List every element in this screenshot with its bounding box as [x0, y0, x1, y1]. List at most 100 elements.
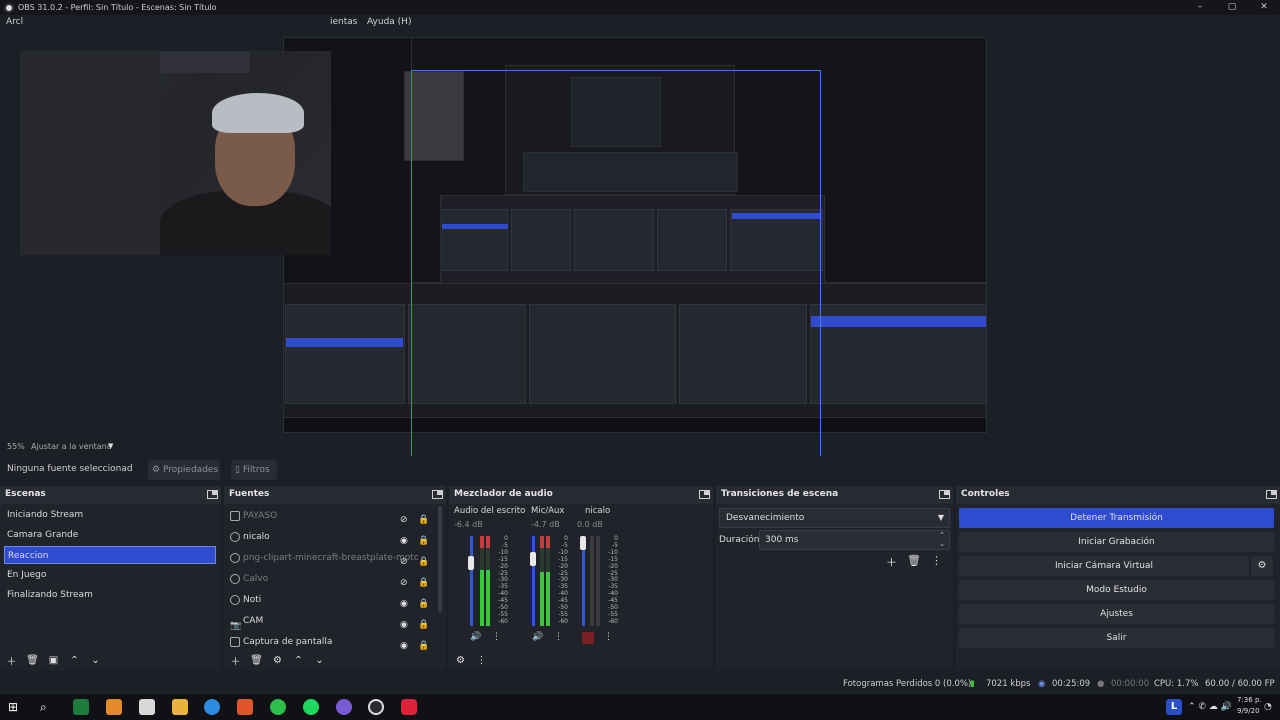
- source-item[interactable]: 📷 CAM ◉ 🔒: [228, 611, 438, 631]
- close-button[interactable]: ✕: [1248, 0, 1280, 15]
- spotify-icon[interactable]: [303, 699, 319, 715]
- app-icon[interactable]: [270, 699, 286, 715]
- transition-select[interactable]: Desvanecimiento ▼: [719, 508, 950, 528]
- tray-icons[interactable]: ⌃ ✆ ☁ 🔊: [1188, 702, 1232, 712]
- source-item[interactable]: nicalo ◉ 🔒: [228, 527, 438, 547]
- virtual-camera-settings-icon[interactable]: ⚙: [1251, 556, 1273, 576]
- mixer-title: Mezclador de audio: [454, 489, 553, 499]
- language-indicator[interactable]: L: [1166, 699, 1182, 715]
- filter-icon[interactable]: ▣: [46, 655, 61, 666]
- app-icon[interactable]: [106, 699, 122, 715]
- channel-db: 0.0 dB: [577, 520, 603, 529]
- gear-icon[interactable]: ⚙: [453, 655, 468, 666]
- minimize-button[interactable]: –: [1184, 0, 1216, 15]
- trash-icon[interactable]: 🗑: [907, 554, 921, 570]
- record-time: 00:00:00: [1111, 679, 1150, 689]
- arrow-up-icon[interactable]: ⌃: [67, 655, 82, 666]
- speaker-muted-icon[interactable]: [582, 632, 594, 644]
- chrome-icon[interactable]: [204, 699, 220, 715]
- camera-icon: 📷: [230, 621, 242, 631]
- volume-knob[interactable]: [530, 552, 536, 566]
- arrow-up-icon[interactable]: ⌃: [291, 655, 306, 666]
- spinner-icon[interactable]: ⌃ ⌄: [939, 531, 945, 549]
- volume-slider[interactable]: [470, 536, 473, 626]
- properties-button[interactable]: ⚙ Propiedades: [148, 460, 220, 480]
- add-icon[interactable]: ＋: [886, 554, 897, 570]
- search-icon[interactable]: ⌕: [40, 699, 56, 715]
- duration-input[interactable]: 300 ms ⌃ ⌄: [759, 530, 950, 550]
- kebab-menu-icon[interactable]: ⋮: [474, 655, 489, 666]
- nested-main-scenes: [285, 304, 405, 404]
- notification-icon[interactable]: ◔: [1264, 702, 1272, 712]
- arrow-down-icon[interactable]: ⌄: [88, 655, 103, 666]
- status-bar: Fotogramas Perdidos 0 (0.0%) ▮ 7021 kbps…: [0, 674, 1280, 694]
- undock-icon[interactable]: [1266, 490, 1277, 499]
- app-icon[interactable]: [401, 699, 417, 715]
- kebab-menu-icon[interactable]: ⋮: [492, 632, 501, 642]
- speaker-icon[interactable]: 🔊: [532, 632, 543, 642]
- add-icon[interactable]: ＋: [4, 653, 19, 668]
- volume-knob[interactable]: [580, 536, 586, 550]
- scene-item[interactable]: Finalizando Stream: [4, 586, 216, 604]
- source-item[interactable]: Captura de pantalla ◉ 🔒: [228, 632, 438, 652]
- clock-time[interactable]: 7:36 p.: [1237, 696, 1262, 704]
- kebab-menu-icon[interactable]: ⋮: [604, 632, 613, 642]
- stop-streaming-button[interactable]: Detener Transmisión: [959, 508, 1274, 528]
- channel-name: nicalo: [585, 506, 611, 516]
- volume-knob[interactable]: [468, 556, 474, 570]
- trash-icon[interactable]: 🗑: [25, 655, 40, 666]
- undock-icon[interactable]: [207, 490, 218, 499]
- brave-icon[interactable]: [237, 699, 253, 715]
- undock-icon[interactable]: [939, 490, 950, 499]
- speaker-icon[interactable]: 🔊: [470, 632, 481, 642]
- start-virtual-camera-button[interactable]: Iniciar Cámara Virtual: [959, 556, 1249, 576]
- settings-button[interactable]: Ajustes: [959, 604, 1274, 624]
- gear-icon[interactable]: ⚙: [270, 655, 285, 666]
- folder-icon[interactable]: [172, 699, 188, 715]
- eye-icon[interactable]: ◉: [400, 636, 408, 656]
- source-item[interactable]: Calvo ⊘ 🔒: [228, 569, 438, 589]
- preview-area[interactable]: [0, 31, 1280, 471]
- source-item[interactable]: Noti ◉ 🔒: [228, 590, 438, 610]
- scene-item[interactable]: Camara Grande: [4, 526, 216, 544]
- filters-button[interactable]: ▯ Filtros: [231, 460, 277, 480]
- kebab-menu-icon[interactable]: ⋮: [931, 554, 942, 570]
- menu-help[interactable]: Ayuda (H): [367, 17, 411, 27]
- arrow-down-icon[interactable]: ⌄: [312, 655, 327, 666]
- add-icon[interactable]: ＋: [228, 653, 243, 668]
- studio-mode-button[interactable]: Modo Estudio: [959, 580, 1274, 600]
- kebab-menu-icon[interactable]: ⋮: [554, 632, 563, 642]
- dropped-frames: Fotogramas Perdidos 0 (0.0%): [843, 679, 972, 689]
- obs-icon[interactable]: [368, 699, 384, 715]
- transitions-dock: Transiciones de escena Desvanecimiento ▼…: [716, 486, 953, 670]
- start-recording-button[interactable]: Iniciar Grabación: [959, 532, 1274, 552]
- source-item[interactable]: PAYASO ⊘ 🔒: [228, 506, 438, 526]
- volume-slider[interactable]: [532, 536, 535, 626]
- excel-icon[interactable]: [73, 699, 89, 715]
- source-selection-box[interactable]: [411, 70, 821, 471]
- maximize-button[interactable]: ▢: [1216, 0, 1248, 15]
- sources-scrollbar[interactable]: [438, 506, 442, 612]
- exit-button[interactable]: Salir: [959, 628, 1274, 648]
- record-icon: ●: [1097, 679, 1105, 689]
- level-meter: [486, 536, 490, 626]
- discord-icon[interactable]: [336, 699, 352, 715]
- stream-icon: ◉: [1038, 679, 1046, 689]
- sources-dock-header: Fuentes: [224, 486, 446, 504]
- clock-date[interactable]: 9/9/20: [1237, 707, 1260, 715]
- menu-tools[interactable]: ientas: [330, 17, 357, 27]
- source-item[interactable]: png-clipart-minecraft-breastplate-motc ⊘…: [228, 548, 438, 568]
- undock-icon[interactable]: [432, 490, 443, 499]
- undock-icon[interactable]: [699, 490, 710, 499]
- lock-icon[interactable]: 🔒: [418, 636, 429, 656]
- scene-item[interactable]: Iniciando Stream: [4, 506, 216, 524]
- chevron-down-icon[interactable]: ▼: [108, 442, 113, 450]
- windows-start-icon[interactable]: ⊞: [8, 700, 22, 714]
- zoom-fit-dropdown[interactable]: Ajustar a la ventana: [31, 442, 112, 451]
- scene-item-selected[interactable]: Reaccion: [4, 546, 216, 564]
- trash-icon[interactable]: 🗑: [249, 655, 264, 666]
- app-icon[interactable]: [139, 699, 155, 715]
- scene-item[interactable]: En Juego: [4, 566, 216, 584]
- menu-file[interactable]: Arcl: [6, 17, 23, 27]
- zoom-level: 55%: [7, 442, 25, 451]
